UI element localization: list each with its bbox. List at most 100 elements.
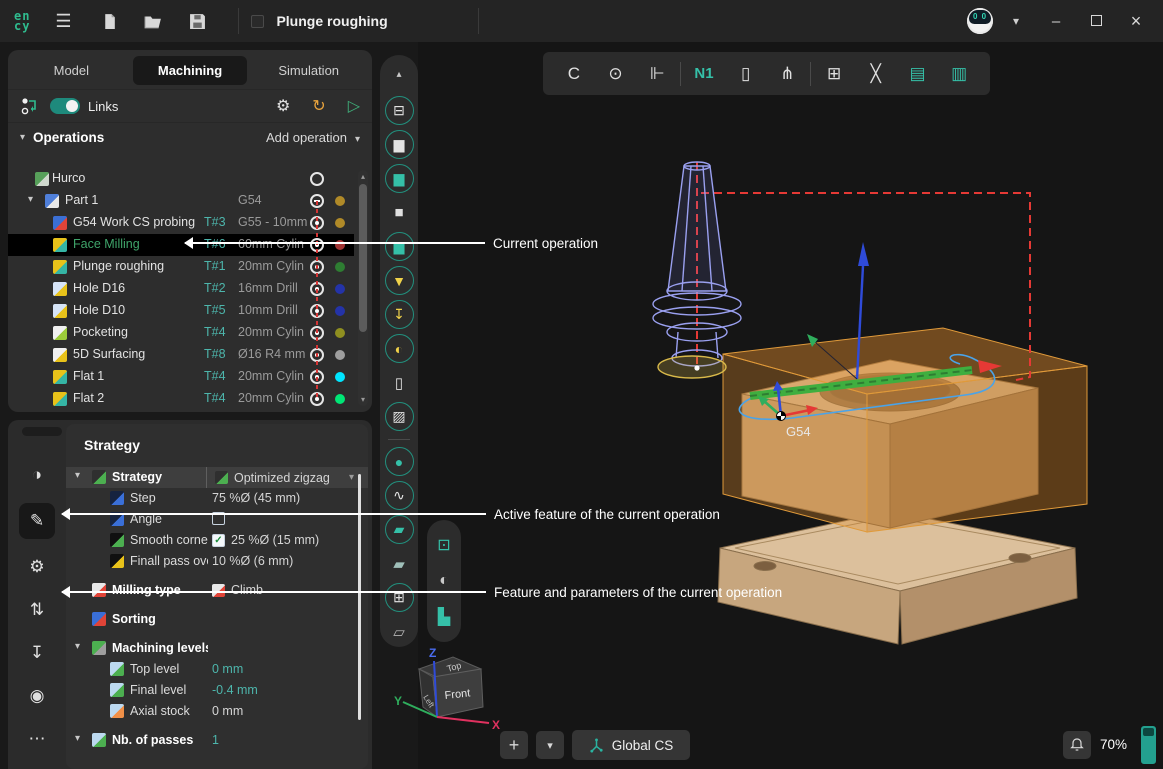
scrollbar-thumb[interactable]	[359, 184, 367, 332]
param-row-sorting[interactable]: Sorting	[66, 609, 368, 630]
chevron-down-icon[interactable]: ▾	[28, 194, 33, 205]
operation-name: Flat 1	[73, 369, 104, 383]
nc-blocks-icon[interactable]: N1	[683, 65, 725, 82]
feed-speed-icon[interactable]: ◉	[22, 681, 52, 711]
solid-body-icon[interactable]: ▙	[438, 607, 450, 627]
param-row-final-level[interactable]: Final level-0.4 mm	[66, 680, 368, 701]
param-row-top-level[interactable]: Top level0 mm	[66, 659, 368, 680]
cs-dropdown-icon[interactable]: ▾	[536, 731, 564, 759]
param-label: Strategy	[112, 470, 208, 484]
param-value[interactable]: ✓25 %Ø (15 mm)	[212, 533, 354, 547]
view-cube[interactable]: Z Y X Top Left Front	[393, 645, 505, 735]
snap-magnet-icon[interactable]: C	[553, 64, 595, 84]
user-avatar[interactable]: 0 0	[967, 8, 993, 34]
op-probing-icon[interactable]: ⊟	[385, 96, 414, 125]
add-operation-button[interactable]: Add operation▾	[266, 130, 360, 145]
tool-magazine-icon[interactable]: ▤	[897, 64, 939, 84]
chevron-down-icon[interactable]: ▾	[75, 470, 80, 481]
lead-in-out-icon[interactable]: ⇅	[22, 595, 52, 625]
op-holder-icon[interactable]: ◐	[385, 334, 414, 363]
open-file-icon[interactable]	[138, 6, 168, 36]
operation-radio[interactable]	[310, 172, 324, 186]
operation-row-g54-work-cs-probing[interactable]: G54 Work CS probingT#3G55 - 10mm	[8, 212, 354, 234]
save-file-icon[interactable]	[182, 6, 212, 36]
tab-simulation[interactable]: Simulation	[251, 56, 366, 85]
tool-number: T#8	[204, 347, 226, 361]
tool-holders-icon[interactable]: ⋔	[767, 64, 809, 84]
calculator-icon[interactable]: ⊞	[813, 64, 855, 84]
chevron-down-icon[interactable]: ▾	[349, 472, 354, 483]
toolbar-divider	[810, 62, 811, 86]
sync-refresh-icon[interactable]: ↻	[312, 96, 325, 116]
chevron-down-icon[interactable]: ▾	[75, 641, 80, 652]
tab-model[interactable]: Model	[14, 56, 129, 85]
operation-row-flat-2[interactable]: Flat 2T#420mm Cylin	[8, 388, 354, 410]
param-row-smooth-corner[interactable]: Smooth corner✓25 %Ø (15 mm)	[66, 530, 368, 551]
more-icon[interactable]: ⋯	[22, 724, 52, 754]
scroll-up-icon[interactable]: ▴	[358, 172, 368, 181]
maximize-button[interactable]	[1079, 6, 1113, 36]
tool-icon[interactable]: ↧	[22, 638, 52, 668]
operation-row-hurco[interactable]: Hurco	[8, 168, 354, 190]
run-simulation-icon[interactable]: ▷	[348, 96, 360, 116]
stock-swatch-icon[interactable]: ■	[385, 198, 414, 227]
notifications-bell-icon[interactable]	[1063, 731, 1091, 759]
global-cs-button[interactable]: Global CS	[572, 730, 690, 760]
param-row-strategy[interactable]: ▾ StrategyOptimized zigzag▾	[66, 467, 368, 488]
operation-color-dot	[335, 284, 345, 294]
geo-point-icon[interactable]: ●	[385, 447, 414, 476]
operation-row-hole-d10[interactable]: Hole D10T#510mm Drill	[8, 300, 354, 322]
statistics-icon[interactable]: ╳	[855, 64, 897, 84]
account-dropdown-icon[interactable]: ▾	[999, 6, 1033, 36]
op-chamfer-icon[interactable]: ▼	[385, 266, 414, 295]
operations-connector-line	[316, 201, 318, 399]
op-pocket-sheet-icon[interactable]: ▯	[385, 368, 414, 397]
operations-scrollbar[interactable]: ▴ ▾	[358, 170, 368, 406]
geo-surface-point-icon[interactable]: ▱	[385, 617, 414, 646]
zoom-slider[interactable]	[1141, 726, 1156, 764]
operation-row-5d-surfacing[interactable]: 5D SurfacingT#8Ø16 R4 mm	[8, 344, 354, 366]
caliper-icon[interactable]: ⊩	[636, 64, 678, 84]
operation-row-hole-d16[interactable]: Hole D16T#216mm Drill	[8, 278, 354, 300]
param-value[interactable]: Optimized zigzag▾	[206, 467, 354, 488]
links-toggle[interactable]	[50, 98, 80, 114]
checkbox-icon[interactable]: ✓	[212, 534, 225, 547]
close-button[interactable]: ×	[1119, 6, 1153, 36]
geo-surface-alt-icon[interactable]: ▰	[385, 549, 414, 578]
measure-tape-icon[interactable]: ⊙	[595, 64, 637, 84]
operation-row-part-1[interactable]: ▾Part 1G54	[8, 190, 354, 212]
param-label: Finall pass ove	[130, 554, 208, 568]
tab-machining[interactable]: Machining	[133, 56, 248, 85]
op-finishing-icon[interactable]: ▆	[385, 164, 414, 193]
fit-selection-icon[interactable]: ⊡	[437, 535, 450, 555]
op-roughing-icon[interactable]: ▆	[385, 130, 414, 159]
operation-row-plunge-roughing[interactable]: Plunge roughingT#120mm Cylin	[8, 256, 354, 278]
chevron-down-icon[interactable]: ▾	[20, 132, 25, 143]
param-row-axial-stock[interactable]: Axial stock0 mm	[66, 701, 368, 722]
chevron-down-icon[interactable]: ▾	[75, 733, 80, 744]
operation-row-pocketing[interactable]: PocketingT#420mm Cylin	[8, 322, 354, 344]
param-row-finall-pass-ove[interactable]: Finall pass ove10 %Ø (6 mm)	[66, 551, 368, 572]
op-drilling-icon[interactable]: ↧	[385, 300, 414, 329]
param-value: -0.4 mm	[212, 683, 354, 697]
scroll-down-icon[interactable]: ▾	[358, 395, 368, 404]
drilling-op-icon	[53, 282, 67, 296]
shading-icon[interactable]: ◑	[22, 460, 52, 490]
setup-sheet-icon[interactable]: ▯	[725, 64, 767, 84]
settings-gear-icon[interactable]: ⚙	[276, 96, 290, 116]
param-row-nb-of-passes[interactable]: ▾Nb. of passes1	[66, 730, 368, 751]
panel-drag-handle[interactable]	[22, 427, 62, 436]
op-hatch-region-icon[interactable]: ▨	[385, 402, 414, 431]
add-cs-button[interactable]: +	[500, 731, 528, 759]
main-menu-icon[interactable]: ☰	[48, 6, 78, 36]
active-feature-icon[interactable]: ✎	[19, 503, 55, 539]
param-row-machining-levels[interactable]: ▾Machining levels	[66, 638, 368, 659]
settings-gear-icon[interactable]: ⚙	[22, 552, 52, 582]
equalizer-icon[interactable]: ▥	[938, 64, 980, 84]
operation-types-toolbar: ▴⊟▆▆■▆▼↧◐▯▨●∿▰▰⊞▱	[380, 55, 418, 647]
minimize-button[interactable]: –	[1039, 6, 1073, 36]
operation-row-flat-1[interactable]: Flat 1T#420mm Cylin	[8, 366, 354, 388]
top-level-icon	[110, 662, 124, 676]
new-file-icon[interactable]	[94, 6, 124, 36]
scroll-up-icon[interactable]: ▴	[385, 66, 414, 84]
